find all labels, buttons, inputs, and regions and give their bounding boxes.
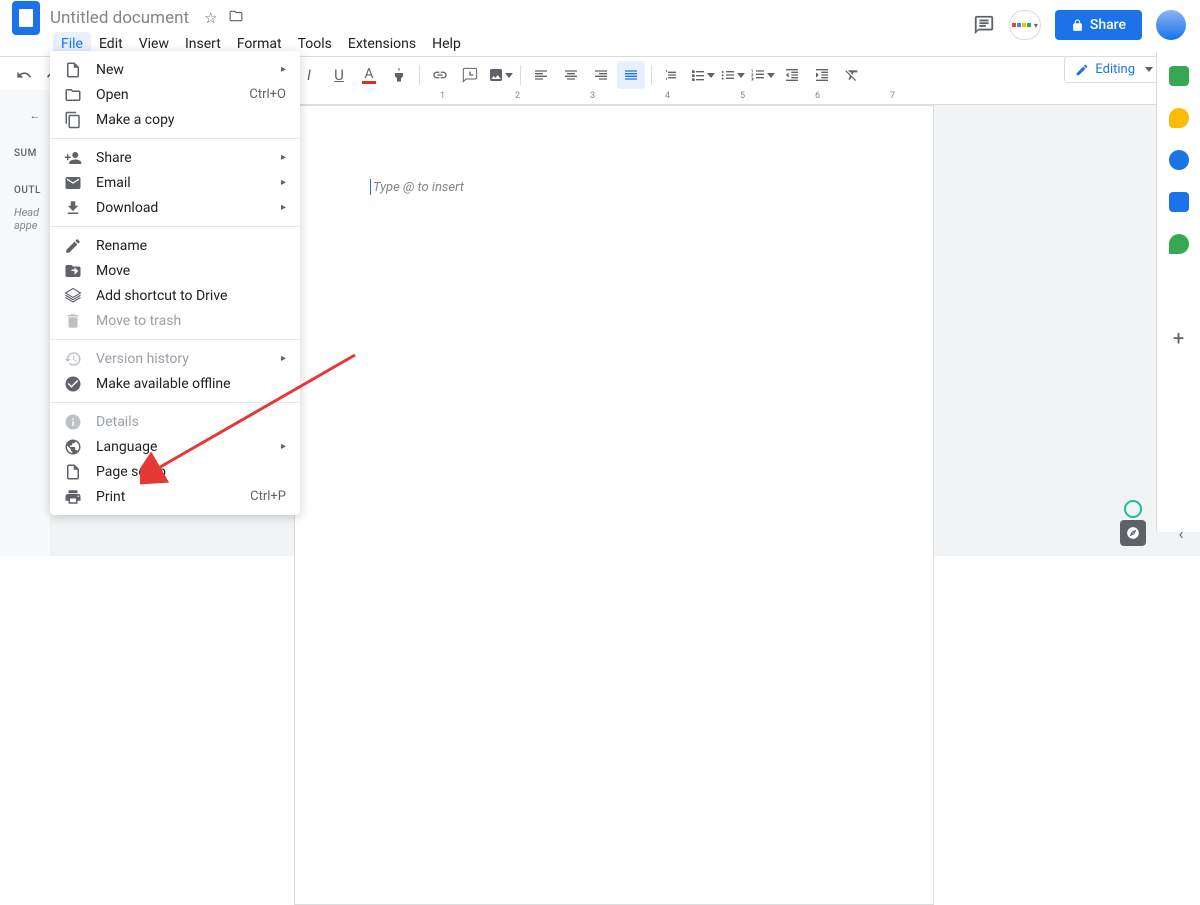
indent-increase-button[interactable] bbox=[808, 61, 836, 89]
menu-item-move[interactable]: Move bbox=[50, 258, 300, 283]
document-page[interactable]: Type @ to insert bbox=[294, 105, 934, 905]
outline-headings-text: Head bbox=[14, 206, 36, 219]
menu-item-new[interactable]: New▸ bbox=[50, 57, 300, 82]
align-center-button[interactable] bbox=[557, 61, 585, 89]
menu-item-offline[interactable]: Make available offline bbox=[50, 371, 300, 396]
line-spacing-button[interactable] bbox=[658, 61, 686, 89]
menu-item-print[interactable]: PrintCtrl+P bbox=[50, 484, 300, 509]
share-label: Share bbox=[1090, 17, 1126, 33]
star-icon[interactable]: ☆ bbox=[204, 9, 217, 27]
share-button[interactable]: Share bbox=[1055, 10, 1142, 40]
move-folder-icon[interactable] bbox=[228, 9, 244, 27]
grammarly-icon[interactable] bbox=[1124, 500, 1142, 518]
outline-back-button[interactable]: ← bbox=[20, 100, 50, 130]
docs-logo-icon[interactable] bbox=[12, 1, 40, 35]
maps-sideicon[interactable] bbox=[1169, 234, 1189, 254]
indent-decrease-button[interactable] bbox=[778, 61, 806, 89]
menu-item-share[interactable]: Share▸ bbox=[50, 145, 300, 170]
menu-item-make-copy[interactable]: Make a copy bbox=[50, 107, 300, 132]
text-cursor bbox=[370, 179, 371, 195]
checklist-button[interactable] bbox=[688, 61, 716, 89]
menu-item-add-shortcut[interactable]: Add shortcut to Drive bbox=[50, 283, 300, 308]
clear-formatting-button[interactable] bbox=[838, 61, 866, 89]
numbered-list-button[interactable] bbox=[748, 61, 776, 89]
underline-button[interactable]: U bbox=[325, 61, 353, 89]
addons-plus-icon[interactable]: + bbox=[1173, 326, 1184, 350]
menu-item-move-trash: Move to trash bbox=[50, 308, 300, 333]
tasks-sideicon[interactable] bbox=[1169, 150, 1189, 170]
file-menu-dropdown: New▸ OpenCtrl+O Make a copy Share▸ Email… bbox=[50, 51, 300, 515]
account-avatar[interactable] bbox=[1156, 10, 1186, 40]
align-left-button[interactable] bbox=[527, 61, 555, 89]
menu-item-version-history: Version history▸ bbox=[50, 346, 300, 371]
comment-history-icon[interactable] bbox=[973, 14, 995, 36]
menu-item-download[interactable]: Download▸ bbox=[50, 195, 300, 220]
menu-item-rename[interactable]: Rename bbox=[50, 233, 300, 258]
align-right-button[interactable] bbox=[587, 61, 615, 89]
menu-help[interactable]: Help bbox=[424, 32, 469, 56]
menu-item-details: Details bbox=[50, 409, 300, 434]
calendar-sideicon[interactable] bbox=[1169, 66, 1189, 86]
menu-item-language[interactable]: Language▸ bbox=[50, 434, 300, 459]
mode-editing-button[interactable]: Editing bbox=[1064, 56, 1162, 83]
menu-item-page-setup[interactable]: Page setup bbox=[50, 459, 300, 484]
bullet-list-button[interactable] bbox=[718, 61, 746, 89]
insert-link-button[interactable] bbox=[426, 61, 454, 89]
align-justify-button[interactable] bbox=[617, 61, 645, 89]
text-color-button[interactable]: A bbox=[355, 61, 383, 89]
outline-outline-label: OUTL bbox=[14, 185, 36, 196]
insert-comment-button[interactable] bbox=[456, 61, 484, 89]
insert-image-button[interactable] bbox=[486, 61, 514, 89]
highlight-button[interactable] bbox=[385, 61, 413, 89]
show-side-panel-button[interactable]: ‹ bbox=[1166, 520, 1196, 546]
menu-extensions[interactable]: Extensions bbox=[340, 32, 424, 56]
insert-placeholder: Type @ to insert bbox=[373, 180, 464, 195]
menu-item-email[interactable]: Email▸ bbox=[50, 170, 300, 195]
outline-summary-label: SUM bbox=[14, 148, 36, 159]
keep-sideicon[interactable] bbox=[1169, 108, 1189, 128]
contacts-sideicon[interactable] bbox=[1169, 192, 1189, 212]
document-title[interactable]: Untitled document bbox=[50, 8, 189, 28]
outline-appear-text: appe bbox=[14, 219, 36, 232]
explore-button[interactable] bbox=[1120, 520, 1146, 546]
meet-icon[interactable]: ▾ bbox=[1009, 10, 1041, 40]
undo-button[interactable] bbox=[10, 61, 38, 89]
menu-item-open[interactable]: OpenCtrl+O bbox=[50, 82, 300, 107]
